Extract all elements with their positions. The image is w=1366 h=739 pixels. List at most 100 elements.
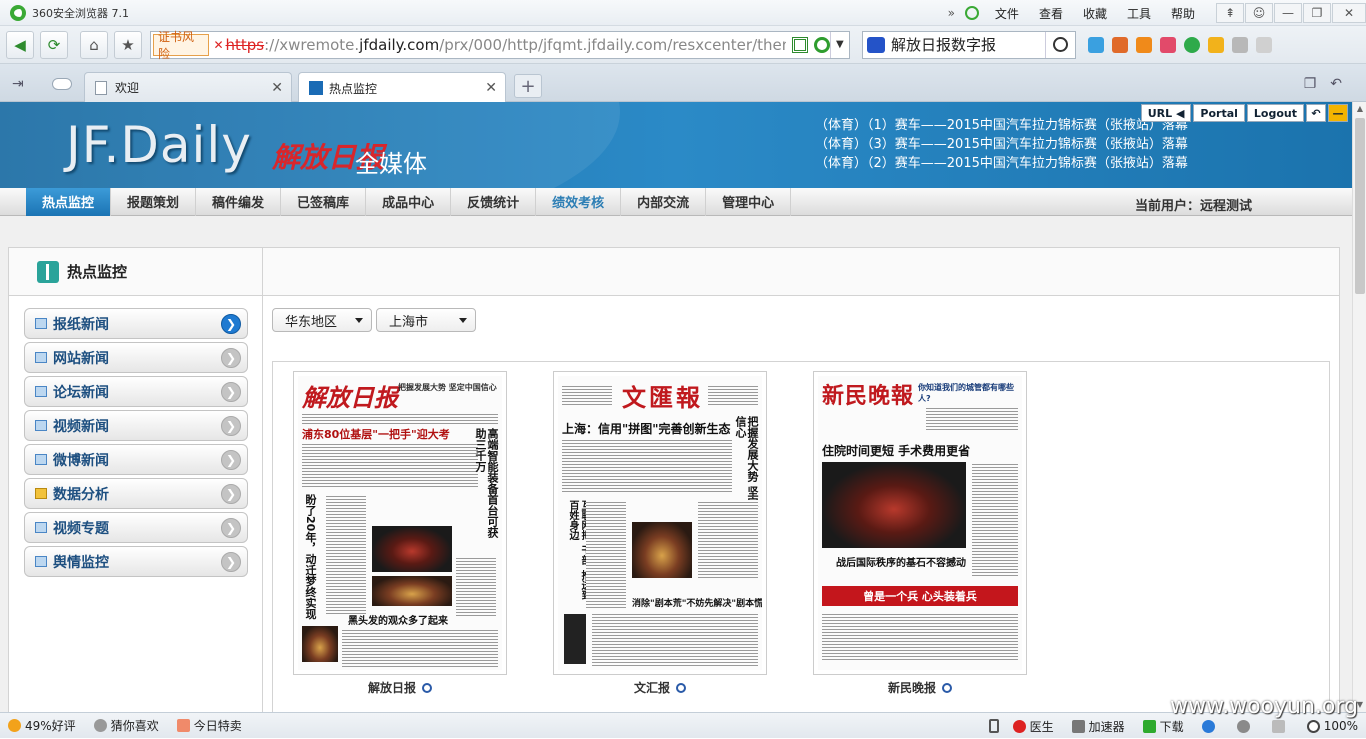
sidebar-toggle-icon[interactable]: ⇥ xyxy=(12,76,24,92)
nav-manuscript-edit[interactable]: 稿件编发 xyxy=(196,187,282,216)
menu-view[interactable]: 查看 xyxy=(1039,5,1063,22)
menu-file[interactable]: 文件 xyxy=(995,5,1019,22)
nav-hot-monitor[interactable]: 热点监控 xyxy=(26,187,112,216)
paper-thumbnail-wenhui[interactable]: 文匯報 上海：信用"拼图"完善创新生态 把握发展大势 坚定中国信心 互联网把"干… xyxy=(553,371,767,675)
baidu-paw-icon[interactable] xyxy=(867,36,885,53)
tab-welcome[interactable]: 欢迎 ✕ xyxy=(84,72,292,102)
chevron-right-icon[interactable]: ❯ xyxy=(221,552,241,572)
daily-deals-item[interactable]: 今日特卖 xyxy=(176,717,242,734)
search-input[interactable]: 解放日报数字报 xyxy=(862,30,1076,59)
paper-caption-jiefang[interactable]: 解放日报 xyxy=(293,679,507,696)
paper-thumbnail-jiefang[interactable]: 解放日报 把握发展大势 坚定中国信心 浦东80位基层"一把手"迎大考 高端智能装… xyxy=(293,371,507,675)
accelerator-item[interactable]: 加速器 xyxy=(1071,718,1125,735)
edge-icon[interactable] xyxy=(1236,719,1254,733)
favorite-star-button[interactable]: ★ xyxy=(114,30,142,59)
menu-tools[interactable]: 工具 xyxy=(1127,5,1151,22)
sidebar-item-video-topic[interactable]: 视频专题 ❯ xyxy=(24,512,248,543)
chevron-right-icon[interactable]: ❯ xyxy=(221,518,241,538)
undo-close-icon[interactable]: ↶ xyxy=(1330,76,1342,92)
chevron-right-icon[interactable]: ❯ xyxy=(221,382,241,402)
download-item[interactable]: 下载 xyxy=(1142,718,1184,735)
close-window-button[interactable]: ✕ xyxy=(1332,3,1366,23)
refresh-button[interactable]: ⟳ xyxy=(40,30,68,59)
address-input[interactable]: 证书风险 ✕ https ://xwremote.jfdaily.com/prx… xyxy=(150,30,850,61)
paper-thumbnail-xinmin[interactable]: 新民晚報 你知道我们的城管都有哪些人? 住院时间更短 手术费用更省 战后国际秩序… xyxy=(813,371,1027,675)
sidebar-item-newspaper[interactable]: 报纸新闻 ❯ xyxy=(24,308,248,339)
minimize-button[interactable]: — xyxy=(1274,3,1302,23)
url-dropdown-chevron-icon[interactable]: ▼ xyxy=(829,31,849,58)
ticker-item[interactable]: （体育）（2）赛车——2015中国汽车拉力锦标赛（张掖站）落幕 xyxy=(815,154,1188,173)
close-tab-icon[interactable]: ✕ xyxy=(485,80,497,96)
more-chevron-icon[interactable]: » xyxy=(948,6,955,20)
sound-icon[interactable] xyxy=(1271,719,1289,733)
sidebar-item-video[interactable]: 视频新闻 ❯ xyxy=(24,410,248,441)
back-button[interactable]: ◀ xyxy=(6,30,34,59)
vertical-scrollbar[interactable]: ▲ ▼ xyxy=(1352,102,1366,712)
qr-code-icon[interactable] xyxy=(792,36,808,53)
user-account-icon[interactable] xyxy=(964,6,979,20)
home-button[interactable]: ⌂ xyxy=(80,30,108,59)
doctor-item[interactable]: 医生 xyxy=(1012,718,1054,735)
zoom-magnifier-icon[interactable] xyxy=(422,683,432,693)
sidebar-item-weibo[interactable]: 微博新闻 ❯ xyxy=(24,444,248,475)
search-query[interactable]: 解放日报数字报 xyxy=(891,34,1045,55)
search-icon[interactable] xyxy=(1045,31,1075,58)
sidebar-item-opinion[interactable]: 舆情监控 ❯ xyxy=(24,546,248,577)
ie-mode-icon[interactable] xyxy=(813,36,830,53)
minimize-bar-icon[interactable]: — xyxy=(1328,104,1348,122)
nav-admin-center[interactable]: 管理中心 xyxy=(706,187,792,216)
paper-caption-wenhui[interactable]: 文汇报 xyxy=(553,679,767,696)
zoom-item[interactable]: 100% xyxy=(1306,719,1358,733)
skin-button[interactable]: ☺ xyxy=(1245,3,1273,23)
rating-item[interactable]: 49%好评 xyxy=(8,717,76,734)
ticker-item[interactable]: （体育）（3）赛车——2015中国汽车拉力锦标赛（张掖站）落幕 xyxy=(815,135,1188,154)
settings-icon[interactable] xyxy=(1256,36,1272,53)
restore-button[interactable]: ❐ xyxy=(1303,3,1331,23)
screenshot-icon[interactable] xyxy=(1208,36,1224,53)
new-tab-button[interactable]: + xyxy=(514,74,542,98)
nav-topic-planning[interactable]: 报题策划 xyxy=(111,187,197,216)
chevron-right-icon[interactable]: ❯ xyxy=(221,416,241,436)
apps-grid-icon[interactable] xyxy=(1088,36,1104,53)
sidebar-item-forum[interactable]: 论坛新闻 ❯ xyxy=(24,376,248,407)
mouse-gesture-icon[interactable] xyxy=(1232,36,1248,53)
taobao-icon[interactable] xyxy=(1136,36,1152,53)
zoom-magnifier-icon[interactable] xyxy=(676,683,686,693)
ticker-item[interactable]: （体育）（1）赛车——2015中国汽车拉力锦标赛（张掖站）落幕 xyxy=(815,116,1188,135)
close-tab-icon[interactable]: ✕ xyxy=(271,80,283,96)
nav-internal-comm[interactable]: 内部交流 xyxy=(621,187,707,216)
zoom-magnifier-icon[interactable] xyxy=(942,683,952,693)
guess-you-like-item[interactable]: 猜你喜欢 xyxy=(93,717,159,734)
scroll-thumb[interactable] xyxy=(1355,118,1365,294)
nav-product-center[interactable]: 成品中心 xyxy=(366,187,452,216)
cert-warning-badge[interactable]: 证书风险 xyxy=(153,30,210,61)
menu-help[interactable]: 帮助 xyxy=(1171,5,1195,22)
shopping-icon[interactable] xyxy=(1160,36,1176,53)
chevron-right-icon[interactable]: ❯ xyxy=(221,348,241,368)
nav-performance[interactable]: 绩效考核 xyxy=(536,187,622,216)
portal-button[interactable]: Portal xyxy=(1193,104,1245,122)
translate-icon[interactable] xyxy=(1112,36,1128,53)
menu-favorites[interactable]: 收藏 xyxy=(1083,5,1107,22)
scroll-up-arrow-icon[interactable]: ▲ xyxy=(1353,102,1366,116)
sidebar-item-data-analysis[interactable]: 数据分析 ❯ xyxy=(24,478,248,509)
nav-signed-library[interactable]: 已签稿库 xyxy=(281,187,367,216)
cloud-sync-icon[interactable] xyxy=(52,78,72,90)
nav-feedback-stats[interactable]: 反馈统计 xyxy=(451,187,537,216)
logout-button[interactable]: Logout xyxy=(1246,104,1304,122)
undo-icon[interactable]: ↶ xyxy=(1306,104,1326,122)
city-select[interactable]: 上海市 xyxy=(376,308,476,332)
ie-icon[interactable] xyxy=(1201,719,1219,733)
region-select[interactable]: 华东地区 xyxy=(272,308,372,332)
url-button[interactable]: URL ◀ xyxy=(1140,104,1192,122)
security-shield-icon[interactable] xyxy=(1184,36,1200,53)
chevron-right-icon[interactable]: ❯ xyxy=(221,484,241,504)
sidebar-item-website[interactable]: 网站新闻 ❯ xyxy=(24,342,248,373)
pin-top-button[interactable]: ⇞ xyxy=(1216,3,1244,23)
paper-caption-xinmin[interactable]: 新民晚报 xyxy=(813,679,1027,696)
tab-hot-monitor[interactable]: 热点监控 ✕ xyxy=(298,72,506,103)
chevron-right-icon[interactable]: ❯ xyxy=(221,314,241,334)
phone-icon[interactable] xyxy=(988,719,999,733)
restore-tabs-icon[interactable]: ❐ xyxy=(1304,76,1317,92)
chevron-right-icon[interactable]: ❯ xyxy=(221,450,241,470)
